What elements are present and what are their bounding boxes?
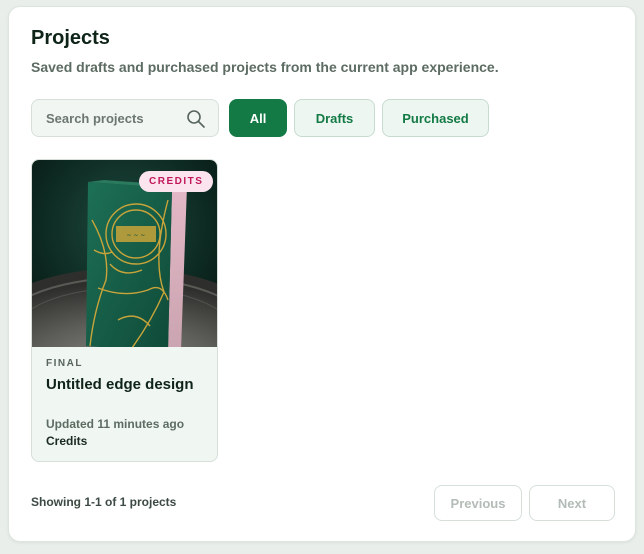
page-subtitle: Saved drafts and purchased projects from… <box>31 59 499 75</box>
project-card[interactable]: ~ ~ ~ CREDITS FINAL Untitled edge design… <box>31 159 218 462</box>
project-status: FINAL <box>46 358 83 369</box>
projects-panel: Projects Saved drafts and purchased proj… <box>8 6 636 542</box>
search-icon[interactable] <box>186 109 206 129</box>
next-page-button[interactable]: Next <box>529 485 615 521</box>
filter-purchased-button[interactable]: Purchased <box>382 99 489 137</box>
filter-drafts-button[interactable]: Drafts <box>294 99 375 137</box>
project-type: Credits <box>46 434 88 448</box>
credits-badge: CREDITS <box>139 171 214 192</box>
search-box <box>31 99 219 137</box>
svg-text:~ ~ ~: ~ ~ ~ <box>127 232 146 239</box>
project-title[interactable]: Untitled edge design <box>46 376 194 393</box>
page-title: Projects <box>31 27 110 49</box>
results-count: Showing 1-1 of 1 projects <box>31 495 177 509</box>
search-input[interactable] <box>32 100 182 136</box>
project-updated-time: Updated 11 minutes ago <box>46 417 185 431</box>
filter-all-button[interactable]: All <box>229 99 287 137</box>
previous-page-button[interactable]: Previous <box>434 485 522 521</box>
